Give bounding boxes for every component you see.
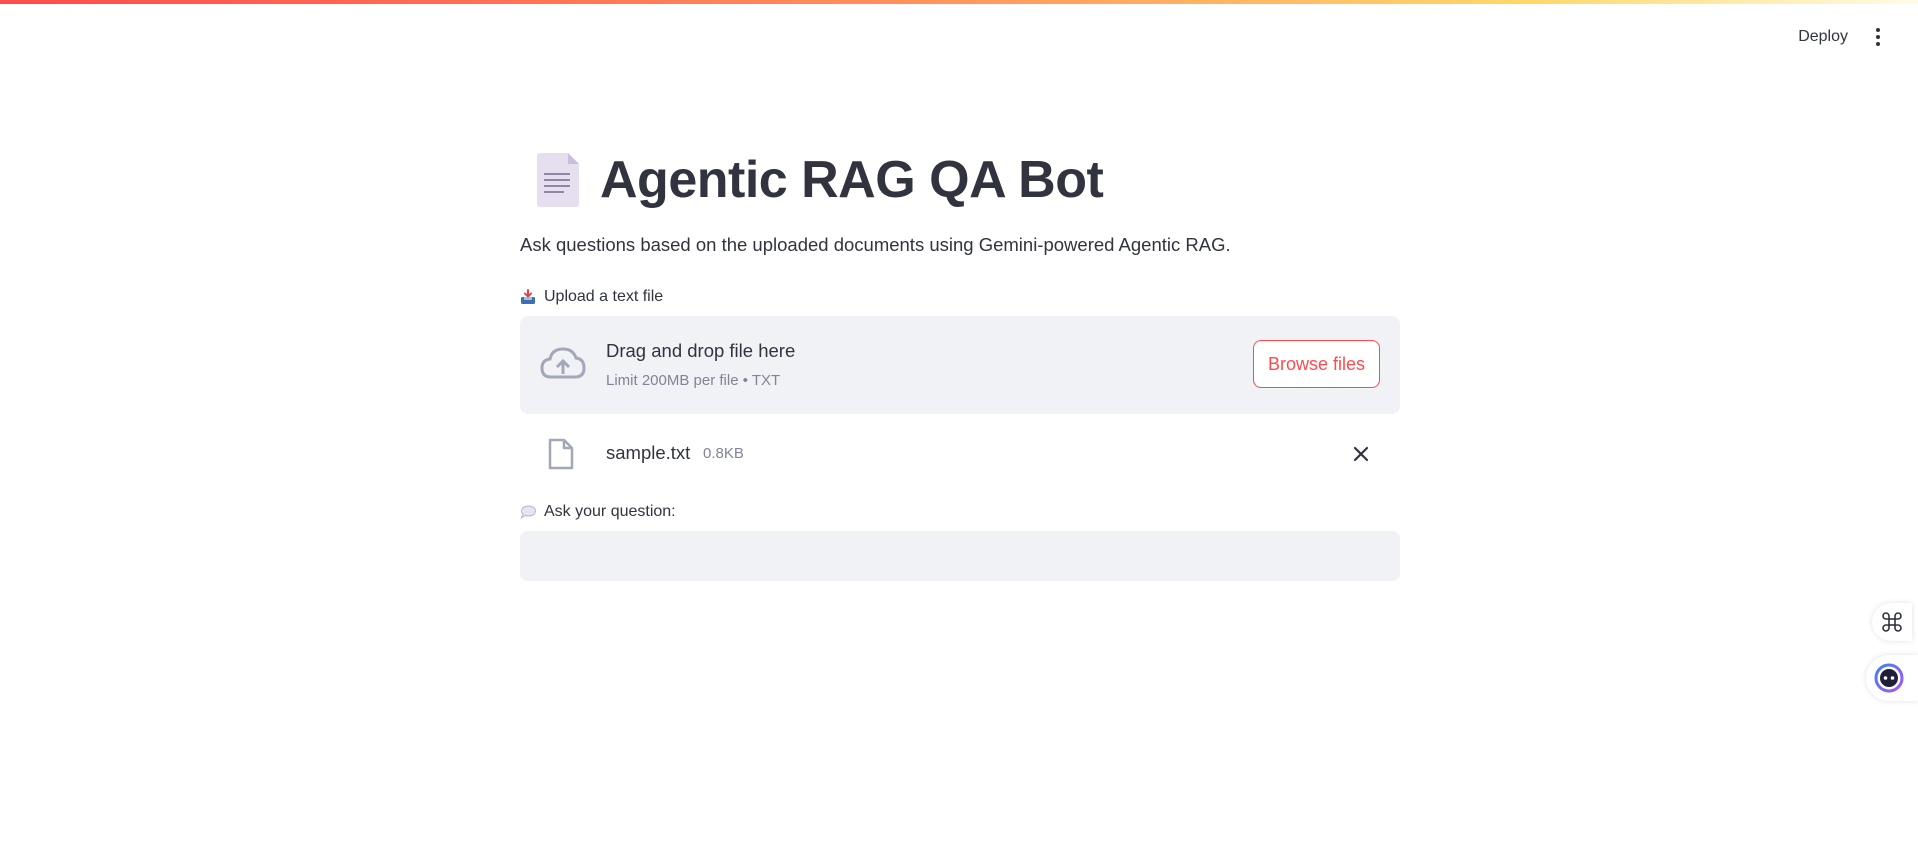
command-icon: [1882, 612, 1902, 632]
close-icon[interactable]: [1352, 445, 1370, 463]
main-menu-icon[interactable]: [1870, 26, 1886, 48]
question-label-row: Ask your question:: [520, 503, 1400, 521]
question-label: Ask your question:: [544, 503, 676, 520]
dropzone-instructions: Drag and drop file here: [606, 340, 796, 361]
page-facing-up-icon: [537, 153, 579, 207]
dropzone-limit: Limit 200MB per file • TXT: [606, 372, 781, 389]
cloud-upload-icon: [540, 347, 586, 379]
uploaded-file-name: sample.txt: [606, 442, 691, 463]
title-row: Agentic RAG QA Bot: [520, 140, 1400, 220]
assistant-face-icon: [1874, 663, 1904, 693]
page-subtitle: Ask questions based on the uploaded docu…: [520, 234, 1231, 255]
browse-files-button[interactable]: Browse files: [1252, 340, 1380, 388]
upload-label: Upload a text file: [544, 288, 664, 305]
main-content: Agentic RAG QA Bot Ask questions based o…: [520, 140, 1400, 581]
upload-label-row: Upload a text file: [520, 288, 1400, 306]
extension-widget-button[interactable]: [1872, 603, 1912, 641]
app-header-actions: Deploy: [1798, 26, 1886, 48]
inbox-tray-icon: [521, 289, 535, 304]
speech-balloon-icon: [520, 505, 536, 520]
file-dropzone[interactable]: Drag and drop file here Limit 200MB per …: [520, 316, 1400, 414]
page-title: Agentic RAG QA Bot: [600, 151, 1104, 209]
file-icon: [548, 438, 574, 470]
top-decoration-bar: [0, 0, 1918, 4]
deploy-button[interactable]: Deploy: [1798, 28, 1848, 46]
uploaded-file-row: sample.txt 0.8KB: [520, 432, 1400, 476]
dropzone-text: Drag and drop file here Limit 200MB per …: [606, 340, 795, 389]
question-input[interactable]: [520, 531, 1400, 581]
uploaded-file-size: 0.8KB: [703, 445, 744, 462]
assistant-widget-button[interactable]: [1866, 655, 1918, 701]
